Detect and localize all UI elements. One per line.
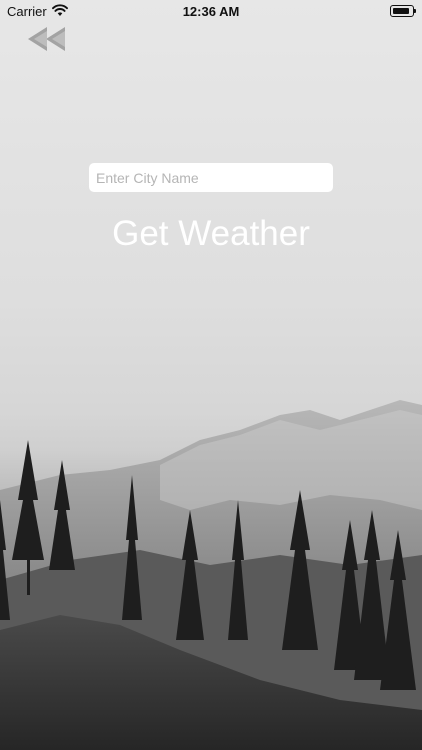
clock: 12:36 AM: [182, 4, 240, 19]
mountain-forest-background: [0, 400, 422, 750]
city-name-input[interactable]: [89, 163, 333, 192]
get-weather-button[interactable]: Get Weather: [0, 214, 422, 254]
status-bar: Carrier 12:36 AM: [0, 0, 422, 22]
battery-icon: [390, 5, 416, 17]
back-double-chevron-icon[interactable]: [26, 26, 72, 52]
